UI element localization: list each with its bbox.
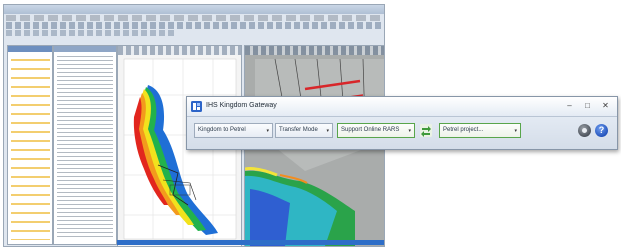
gateway-title: IHS Kingdom Gateway [206, 102, 277, 109]
maximize-button[interactable]: □ [581, 100, 594, 111]
kingdom-project-label: Support Online RARS [341, 127, 400, 133]
data-list-panel[interactable] [53, 45, 117, 245]
list-panel-header [54, 46, 116, 52]
swap-arrows-icon[interactable] [420, 124, 432, 137]
minimize-button[interactable]: – [563, 100, 576, 111]
main-title-bar [4, 5, 384, 14]
kingdom-project-dropdown[interactable]: Support Online RARS ▾ [337, 123, 415, 138]
direction-dropdown[interactable]: Kingdom to Petrel ▾ [194, 123, 273, 138]
project-tree[interactable] [11, 56, 50, 240]
basemap-toolbar[interactable] [118, 46, 241, 55]
chevron-down-icon: ▾ [266, 128, 269, 134]
gateway-toolbar: Kingdom to Petrel ▾ Transfer Mode ▾ Supp… [187, 116, 617, 149]
direction-dropdown-label: Kingdom to Petrel [198, 127, 246, 133]
transfer-mode-dropdown[interactable]: Transfer Mode ▾ [275, 123, 333, 138]
chevron-down-icon: ▾ [514, 128, 517, 134]
petrel-project-dropdown[interactable]: Petrel project... ▾ [439, 123, 521, 138]
transfer-mode-label: Transfer Mode [279, 127, 318, 133]
3d-view-toolbar[interactable] [245, 46, 384, 55]
petrel-project-label: Petrel project... [443, 127, 484, 133]
basemap-view [123, 58, 237, 240]
project-tree-panel[interactable] [7, 45, 53, 245]
secondary-toolbar[interactable] [6, 30, 177, 36]
view-status-strip [117, 240, 384, 245]
chevron-down-icon: ▾ [326, 128, 329, 134]
kingdom-gateway-window: IHS Kingdom Gateway – □ ✕ Kingdom to Pet… [186, 96, 618, 150]
ihs-logo-icon [191, 101, 202, 112]
help-icon[interactable]: ? [595, 124, 608, 137]
gear-icon[interactable] [578, 124, 591, 137]
data-list[interactable] [57, 56, 113, 240]
tree-panel-header [8, 46, 52, 52]
main-toolbar[interactable] [6, 22, 382, 29]
close-button[interactable]: ✕ [599, 100, 612, 111]
main-menu-bar[interactable] [6, 15, 382, 21]
gateway-title-bar[interactable]: IHS Kingdom Gateway – □ ✕ [187, 97, 617, 116]
chevron-down-icon: ▾ [408, 128, 411, 134]
